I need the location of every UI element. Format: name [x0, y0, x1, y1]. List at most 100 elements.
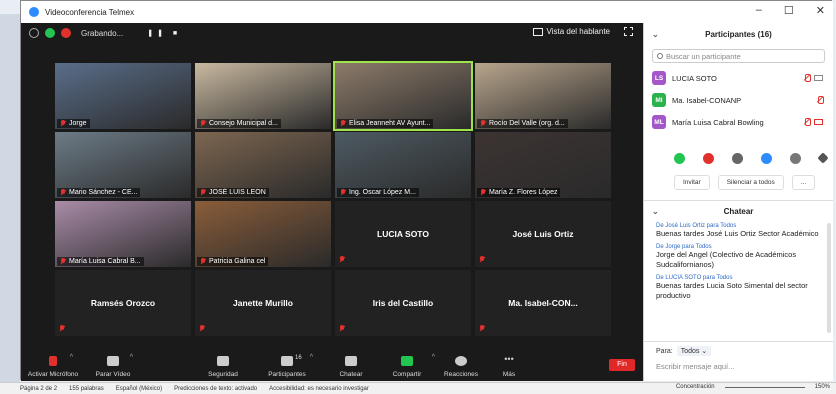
participant-name-label: Patricia Galina cel	[197, 257, 269, 266]
video-tile[interactable]: Patricia Galina cel	[195, 201, 331, 267]
video-tile[interactable]: Ramsés Orozco	[55, 270, 191, 336]
video-tile[interactable]: María Luisa Cabral B...	[55, 201, 191, 267]
chat-message: De LUCIA SOTO para Todos Buenas tardes Lu…	[656, 275, 825, 301]
participant-name-label: Elisa Jeanneht AV Ayunt...	[337, 119, 434, 128]
participant-name: Iris del Castillo	[372, 298, 434, 308]
word-count[interactable]: 155 palabras	[69, 386, 104, 392]
security-button[interactable]: Seguridad	[193, 356, 253, 378]
participants-button[interactable]: 16 ^ Participantes	[257, 354, 317, 378]
zoom-level[interactable]: 150%	[815, 384, 830, 390]
mic-muted-icon	[60, 120, 66, 127]
video-tile[interactable]: Ma. Isabel-CON...	[475, 270, 611, 336]
meeting-toolbar: ^ Activar Micrófono ^ Parar Vídeo Seguri…	[21, 345, 643, 381]
participant-name-label: Mario Sánchez - CE...	[57, 188, 141, 197]
word-ruler	[0, 14, 20, 382]
participant-actions: Invitar Silenciar a todos ...	[644, 175, 833, 190]
mic-muted-icon	[479, 325, 485, 332]
mic-muted-icon	[49, 356, 57, 366]
faster-icon[interactable]	[761, 152, 772, 164]
video-tile[interactable]: Rocío Del Valle (org. d...	[475, 63, 611, 129]
chat-message-input[interactable]: Escribir mensaje aquí...	[656, 362, 821, 371]
video-tile[interactable]: Ing. Oscar López M...	[335, 132, 471, 198]
more-button[interactable]: ••• Más	[479, 354, 539, 379]
focus-mode[interactable]: Concentración	[676, 384, 715, 390]
video-tile[interactable]: LUCIA SOTO	[335, 201, 471, 267]
mic-muted-icon	[339, 256, 345, 263]
accessibility-status[interactable]: Accesibilidad: es necesario investigar	[269, 386, 369, 392]
mic-muted-icon	[817, 96, 824, 104]
recording-controls[interactable]: ❚❚ ■	[147, 29, 181, 37]
avatar: ML	[652, 115, 666, 129]
participant-name: LUCIA SOTO	[377, 229, 429, 239]
video-tile[interactable]: Elisa Jeanneht AV Ayunt...	[333, 61, 473, 131]
zoom-slider[interactable]	[724, 386, 805, 388]
video-tile[interactable]: José Luis Ortiz	[475, 201, 611, 267]
more-options-button[interactable]: ...	[791, 175, 816, 190]
predictions-status[interactable]: Predicciones de texto: activado	[174, 386, 257, 392]
mic-muted-icon	[340, 189, 346, 196]
chat-text: Jorge del Angel (Colectivo de Académicos…	[656, 250, 797, 269]
more-feedback-icon[interactable]	[790, 152, 801, 164]
chevron-down-icon[interactable]: ⌄	[652, 207, 659, 216]
video-button[interactable]: ^ Parar Vídeo	[83, 354, 143, 378]
end-meeting-button[interactable]: Fin	[609, 359, 635, 371]
chat-text: Buenas tardes Lucia Soto Simental del se…	[656, 281, 808, 300]
video-camera-icon	[107, 356, 119, 366]
share-screen-icon	[401, 356, 413, 366]
share-button[interactable]: ^ Compartir	[377, 354, 437, 378]
title-bar: Videoconferencia Telmex – ☐ ✕	[21, 1, 833, 23]
chat-header: ⌄ Chatear	[652, 206, 754, 216]
more-dots-icon: •••	[504, 354, 514, 364]
mic-muted-icon	[804, 74, 811, 82]
maximize-icon[interactable]: ☐	[784, 4, 794, 17]
video-tile[interactable]: Jorge	[55, 63, 191, 129]
invite-button[interactable]: Invitar	[674, 175, 710, 190]
mute-all-button[interactable]: Silenciar a todos	[717, 175, 784, 190]
participant-row[interactable]: ML María Luisa Cabral Bowling	[644, 111, 833, 133]
mic-muted-icon	[479, 256, 485, 263]
video-tile[interactable]: Mario Sánchez - CE...	[55, 132, 191, 198]
chat-scrollbar[interactable]	[827, 223, 831, 333]
mic-muted-icon	[60, 189, 66, 196]
no-icon[interactable]	[703, 152, 714, 164]
video-tile[interactable]: JOSÉ LUIS LEÓN	[195, 132, 331, 198]
app-logo-icon	[29, 7, 39, 17]
security-shield-icon[interactable]	[45, 28, 55, 38]
participant-name: LUCIA SOTO	[672, 73, 717, 83]
camera-icon	[814, 75, 823, 81]
window-title: Videoconferencia Telmex	[45, 7, 135, 17]
clear-icon[interactable]	[817, 152, 829, 164]
fullscreen-icon[interactable]	[624, 27, 633, 36]
chat-bubble-icon	[345, 356, 357, 366]
chat-button[interactable]: Chatear	[321, 356, 381, 378]
info-icon[interactable]	[29, 28, 39, 38]
yes-icon[interactable]	[674, 152, 685, 164]
recipient-select[interactable]: Todos ⌄	[676, 346, 712, 356]
chevron-down-icon[interactable]: ⌄	[652, 30, 659, 39]
participant-name: José Luis Ortiz	[512, 229, 574, 239]
nonverbal-feedback	[644, 151, 833, 165]
participant-status	[804, 118, 823, 126]
window-controls: – ☐ ✕	[756, 4, 825, 17]
participant-row[interactable]: MI Ma. Isabel-CONANP	[644, 89, 833, 111]
participant-name-label: Consejo Municipal d...	[197, 119, 281, 128]
speaker-view-button[interactable]: Vista del hablante	[532, 27, 633, 36]
page-count[interactable]: Página 2 de 2	[20, 386, 57, 392]
meeting-topbar: Grabando... ❚❚ ■ Vista del hablante	[21, 23, 643, 43]
status-right: Concentración 150%	[676, 384, 830, 390]
slower-icon[interactable]	[732, 152, 743, 164]
video-tile[interactable]: Janette Murillo	[195, 270, 331, 336]
minimize-icon[interactable]: –	[756, 4, 762, 17]
mic-muted-icon	[200, 258, 206, 265]
language[interactable]: Español (México)	[116, 386, 162, 392]
video-tile[interactable]: Consejo Municipal d...	[195, 63, 331, 129]
mic-muted-icon	[60, 258, 66, 265]
participant-row[interactable]: LS LUCIA SOTO	[644, 67, 833, 89]
participant-search-input[interactable]: Buscar un participante	[652, 49, 825, 63]
video-tile[interactable]: María Z. Flores López	[475, 132, 611, 198]
close-icon[interactable]: ✕	[816, 4, 825, 17]
chat-composer: Para: Todos ⌄ Escribir mensaje aquí...	[644, 341, 833, 381]
chat-message: De Jorge para Todos Jorge del Angel (Cole…	[656, 244, 825, 270]
video-tile[interactable]: Iris del Castillo	[335, 270, 471, 336]
mic-button[interactable]: ^ Activar Micrófono	[23, 354, 83, 378]
